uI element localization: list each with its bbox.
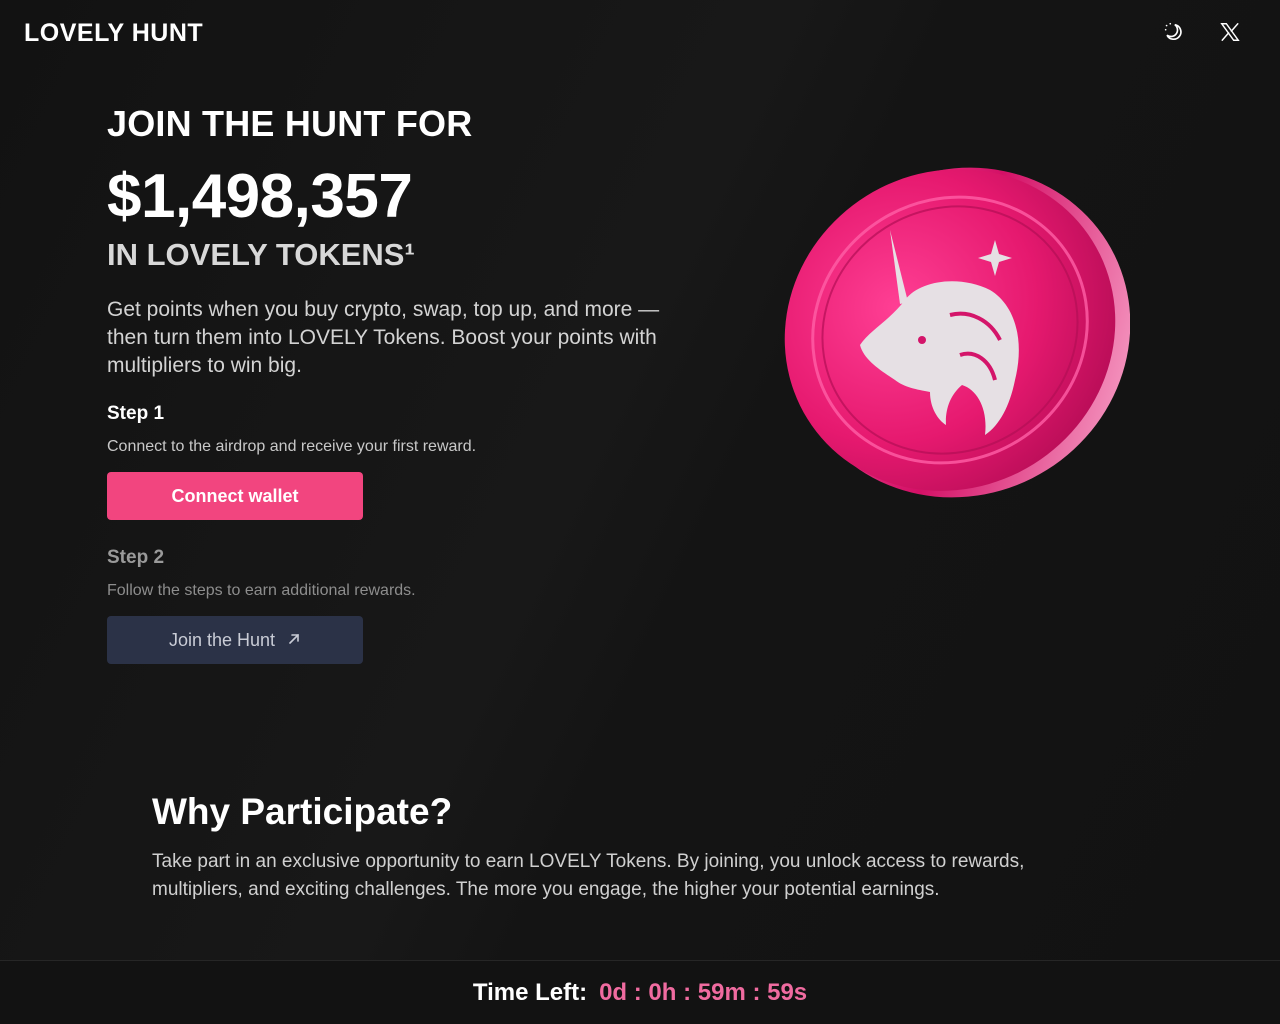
site-logo[interactable]: LOVELY HUNT: [24, 19, 203, 48]
unicorn-coin-illustration: [770, 155, 1131, 505]
join-the-hunt-button[interactable]: Join the Hunt: [107, 616, 363, 664]
hero-intro-text: Get points when you buy crypto, swap, to…: [107, 298, 660, 377]
theme-toggle-icon[interactable]: [1161, 20, 1185, 44]
top-bar: LOVELY HUNT: [0, 0, 1280, 64]
hero-section: JOIN THE HUNT FOR $1,498,357 IN LOVELY T…: [107, 104, 707, 380]
why-participate-title: Why Participate?: [152, 791, 453, 832]
why-participate-text: Take part in an exclusive opportunity to…: [152, 851, 1025, 900]
hero-kicker: JOIN THE HUNT FOR: [107, 103, 473, 144]
connect-wallet-label: Connect wallet: [171, 485, 299, 506]
step-2-title: Step 2: [107, 547, 165, 568]
step-1-description: Connect to the airdrop and receive your …: [107, 438, 477, 455]
hero-subhead: IN LOVELY TOKENS¹: [107, 237, 415, 272]
time-left-label: Time Left:: [472, 978, 588, 1006]
step-2-description: Follow the steps to earn additional rewa…: [107, 582, 416, 599]
join-the-hunt-label: Join the Hunt: [168, 629, 276, 650]
step-1-title: Step 1: [107, 403, 165, 424]
countdown-timer: 0d : 0h : 59m : 59s: [599, 978, 808, 1006]
x-logo-icon[interactable]: [1218, 20, 1242, 44]
connect-wallet-button[interactable]: Connect wallet: [107, 472, 363, 520]
external-link-arrow-icon: [287, 630, 301, 651]
prize-amount: $1,498,357: [107, 162, 413, 231]
countdown-footer: Time Left: 0d : 0h : 59m : 59s: [0, 960, 1280, 1024]
why-participate-section: Why Participate? Take part in an exclusi…: [152, 790, 1112, 904]
